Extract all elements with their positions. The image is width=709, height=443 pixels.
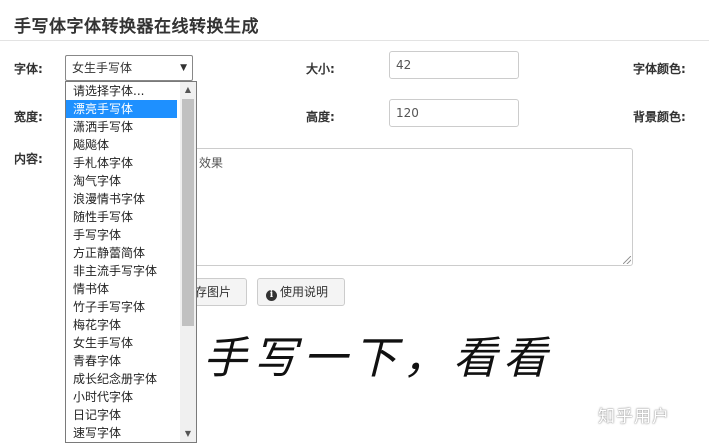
info-icon: i <box>266 290 277 301</box>
font-dropdown-list[interactable]: 请选择字体... 漂亮手写体 潇洒手写体 飚飚体 手札体字体 淘气字体 浪漫情书字体 随性手写… <box>65 81 197 443</box>
instructions-button[interactable]: i 使用说明 <box>257 278 345 306</box>
chevron-down-icon[interactable]: ▼ <box>180 56 187 80</box>
title-divider <box>0 40 709 41</box>
font-option[interactable]: 潇洒手写体 <box>66 118 177 136</box>
font-option[interactable]: 情书体 <box>66 280 177 298</box>
font-option[interactable]: 速写字体 <box>66 424 177 442</box>
instructions-label: 使用说明 <box>280 285 329 299</box>
font-color-label: 字体颜色: <box>633 62 686 76</box>
bg-color-label: 背景颜色: <box>633 110 686 124</box>
font-option[interactable]: 非主流手写字体 <box>66 262 177 280</box>
font-option[interactable]: 成长纪念册字体 <box>66 370 177 388</box>
font-label: 字体: <box>14 62 43 76</box>
dropdown-scrollbar[interactable]: ▲ ▼ <box>180 82 196 442</box>
height-label: 高度: <box>306 110 335 124</box>
font-option[interactable]: 梅花字体 <box>66 316 177 334</box>
font-option[interactable]: 浪漫情书字体 <box>66 190 177 208</box>
font-select-value: 女生手写体 <box>72 61 133 75</box>
resize-grip-icon[interactable] <box>623 256 631 264</box>
font-option[interactable]: 手写字体 <box>66 226 177 244</box>
preview-canvas: 手写一下，看看 <box>197 318 633 443</box>
font-option[interactable]: 漂亮手写体 <box>66 100 177 118</box>
font-option[interactable]: 请选择字体... <box>66 82 177 100</box>
save-image-label: 存图片 <box>195 285 232 299</box>
font-option-list: 请选择字体... 漂亮手写体 潇洒手写体 飚飚体 手札体字体 淘气字体 浪漫情书字体 随性手写… <box>66 82 196 442</box>
font-option[interactable]: 飚飚体 <box>66 136 177 154</box>
scroll-up-arrow-icon[interactable]: ▲ <box>180 82 196 98</box>
height-input[interactable]: 120 <box>389 99 519 127</box>
font-option[interactable]: 日记字体 <box>66 406 177 424</box>
font-option[interactable]: 女生手写体 <box>66 334 177 352</box>
font-option[interactable]: 小时代字体 <box>66 388 177 406</box>
font-select[interactable]: 女生手写体 ▼ <box>65 55 193 81</box>
font-option[interactable]: 随性手写体 <box>66 208 177 226</box>
watermark: 知乎用户 <box>598 407 670 427</box>
font-option[interactable]: 竹子手写字体 <box>66 298 177 316</box>
font-option[interactable]: 青春字体 <box>66 352 177 370</box>
content-text: 效果 <box>199 156 224 170</box>
font-option[interactable]: 手札体字体 <box>66 154 177 172</box>
size-label: 大小: <box>306 62 335 76</box>
content-label: 内容: <box>14 152 43 166</box>
size-input[interactable]: 42 <box>389 51 519 79</box>
scroll-down-arrow-icon[interactable]: ▼ <box>180 426 196 442</box>
preview-text: 手写一下，看看 <box>203 333 553 384</box>
font-option[interactable]: 淘气字体 <box>66 172 177 190</box>
width-label: 宽度: <box>14 110 43 124</box>
page-title: 手写体字体转换器在线转换生成 <box>14 17 259 37</box>
scroll-thumb[interactable] <box>182 99 194 326</box>
font-option[interactable]: 方正静蕾简体 <box>66 244 177 262</box>
